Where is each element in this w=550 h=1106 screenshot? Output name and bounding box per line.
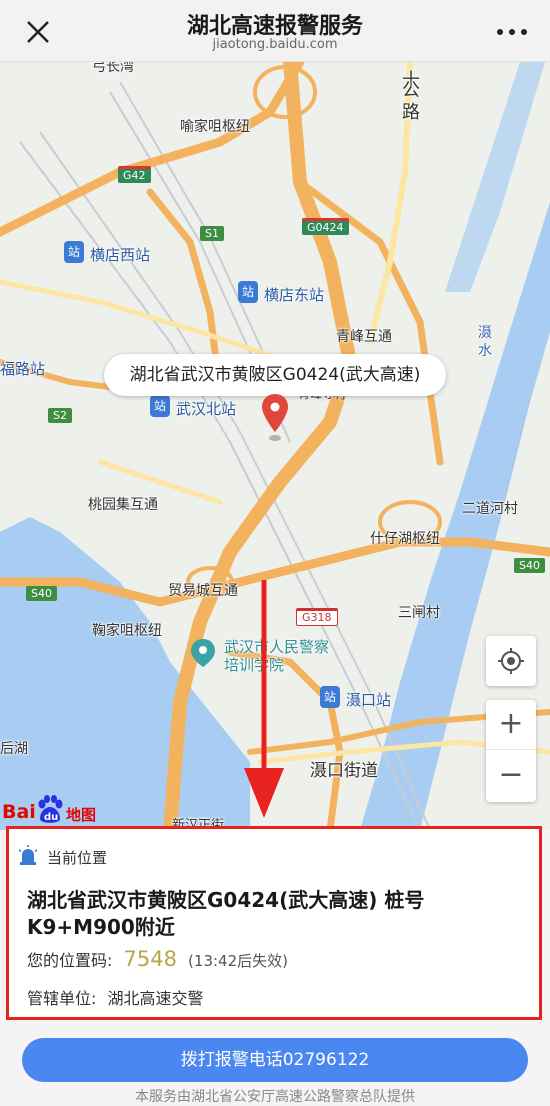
map-label-hengdian-east: 横店东站 bbox=[264, 286, 325, 304]
page-url: jiaotong.baidu.com bbox=[212, 37, 338, 52]
station-icon: 站 bbox=[150, 395, 170, 417]
locate-icon bbox=[498, 648, 524, 674]
map-label-fulu: 福路站 bbox=[0, 360, 46, 378]
map-label-erdao: 二道河村 bbox=[462, 501, 518, 517]
top-bar: 湖北高速报警服务 jiaotong.baidu.com bbox=[0, 0, 550, 62]
road-badge-s40-left: S40 bbox=[26, 586, 57, 601]
logo-text-bai: Bai bbox=[2, 801, 36, 823]
jurisdiction-value: 湖北高速交警 bbox=[107, 989, 204, 1008]
map-label-houhu: 后湖 bbox=[0, 741, 28, 757]
map-label-shizaihu: 什仔湖枢纽 bbox=[370, 531, 440, 547]
poi-pin-icon bbox=[191, 639, 215, 667]
current-location-panel: 当前位置 湖北省武汉市黄陂区G0424(武大高速) 桩号K9+M900附近 您的… bbox=[6, 826, 542, 1020]
map-label-changwan: 弓长湾 bbox=[92, 62, 134, 75]
map-label-shishui: 滠 水 bbox=[478, 325, 492, 359]
logo-text-du: du bbox=[44, 812, 59, 823]
baidu-map-logo: Bai du 地图 bbox=[2, 795, 102, 827]
jurisdiction-row: 管辖单位: 湖北高速交警 bbox=[27, 985, 204, 1009]
location-address: 湖北省武汉市黄陂区G0424(武大高速) 桩号K9+M900附近 bbox=[27, 888, 425, 939]
location-callout: 湖北省武汉市黄陂区G0424(武大高速) bbox=[104, 354, 446, 396]
map-view[interactable]: 弓长湾 喻家咀枢纽 十 公 路 站 横店西站 站 横店东站 青峰互通 滠 水 福… bbox=[0, 62, 550, 830]
map-label-shekou-street: 滠口街道 bbox=[310, 761, 378, 781]
road-badge-s40-right: S40 bbox=[514, 558, 545, 573]
map-label-shigonglu-3: 路 bbox=[402, 102, 420, 123]
zoom-in-button[interactable]: + bbox=[486, 700, 536, 750]
call-police-button[interactable]: 拨打报警电话02796122 bbox=[22, 1038, 528, 1082]
road-badge-s1: S1 bbox=[200, 226, 224, 241]
map-label-sanzha: 三闸村 bbox=[398, 605, 440, 621]
station-icon: 站 bbox=[64, 241, 84, 263]
panel-heading: 当前位置 bbox=[21, 847, 107, 868]
panel-heading-text: 当前位置 bbox=[47, 849, 108, 867]
location-code-row: 您的位置码: 7548 (13:42后失效) bbox=[27, 947, 288, 971]
map-label-yujia: 喻家咀枢纽 bbox=[180, 119, 250, 135]
logo-text-ditu: 地图 bbox=[66, 806, 97, 824]
station-icon: 站 bbox=[320, 686, 340, 708]
map-label-shekou-station: 滠口站 bbox=[346, 691, 392, 709]
map-label-qingfeng: 青峰互通 bbox=[336, 329, 392, 345]
location-code-value: 7548 bbox=[123, 947, 177, 971]
map-label-jujia: 鞠家咀枢纽 bbox=[92, 623, 162, 639]
location-pin-icon bbox=[262, 394, 288, 441]
zoom-controls: + − bbox=[486, 700, 536, 802]
map-label-wuhan-north: 武汉北站 bbox=[176, 400, 237, 418]
map-label-maoyicheng: 贸易城互通 bbox=[168, 583, 238, 599]
footer-note: 本服务由湖北省公安厅高速公路警察总队提供 bbox=[135, 1089, 415, 1105]
jurisdiction-label: 管辖单位: bbox=[27, 989, 97, 1008]
map-label-taoyuanji: 桃园集互通 bbox=[88, 497, 158, 513]
location-code-expiry: (13:42后失效) bbox=[188, 952, 288, 970]
red-arrow-annotation bbox=[244, 580, 284, 818]
zoom-out-button[interactable]: − bbox=[486, 751, 536, 801]
station-icon: 站 bbox=[238, 281, 258, 303]
road-badge-g318: G318 bbox=[296, 608, 338, 626]
location-code-label: 您的位置码: bbox=[27, 951, 113, 970]
road-badge-g42: G42 bbox=[118, 166, 151, 183]
more-dots-icon[interactable] bbox=[492, 18, 532, 46]
page-title: 湖北高速报警服务 bbox=[186, 14, 363, 39]
map-label-hengdian-west: 横店西站 bbox=[90, 246, 151, 264]
road-badge-g0424: G0424 bbox=[302, 218, 349, 235]
locate-button[interactable] bbox=[486, 636, 536, 686]
road-badge-s2: S2 bbox=[48, 408, 72, 423]
